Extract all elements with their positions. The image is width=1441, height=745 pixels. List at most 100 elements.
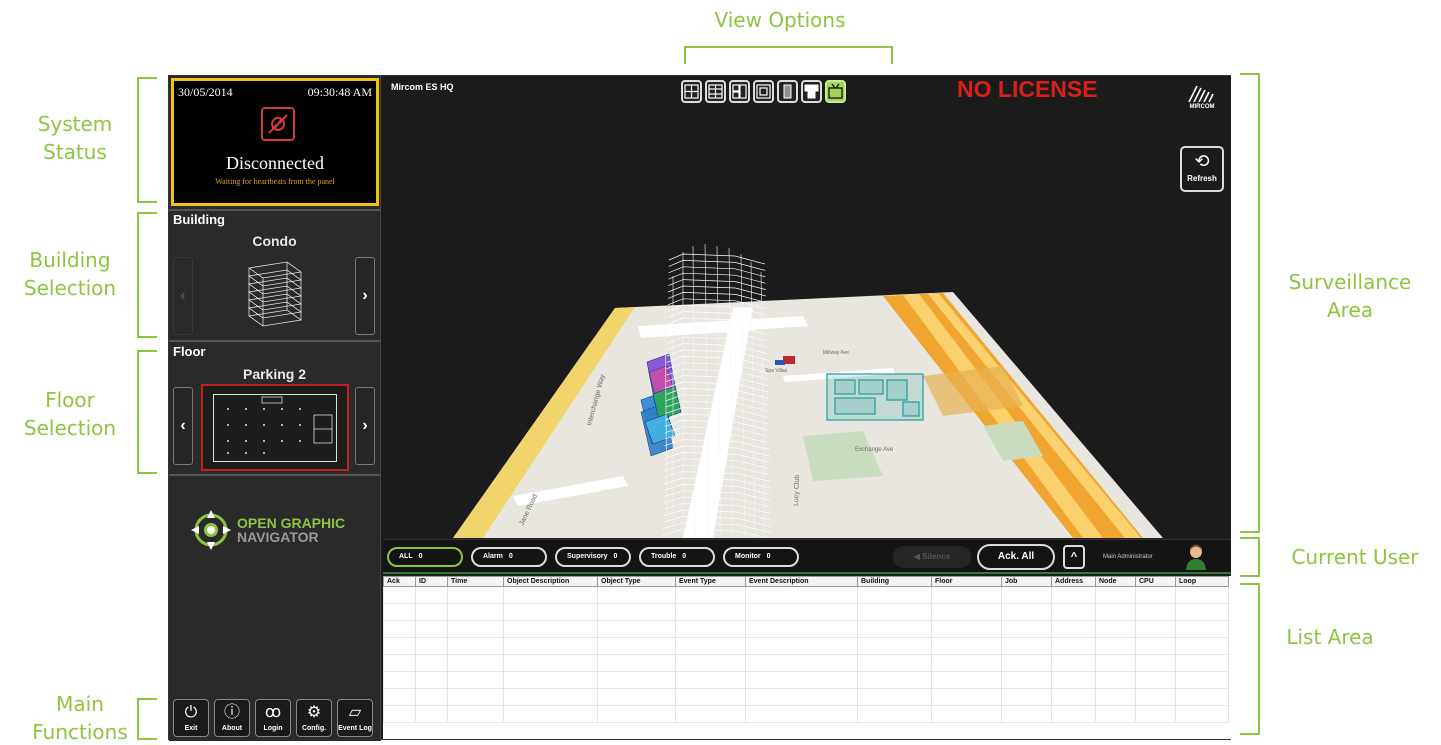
building-next-button[interactable]: ›: [355, 257, 375, 335]
table-cell: [1135, 586, 1176, 604]
table-cell: [503, 654, 598, 672]
bracket-view-options: [684, 46, 893, 64]
table-cell: [383, 637, 416, 655]
exit-button[interactable]: ⏻ Exit: [173, 699, 209, 737]
table-cell: [1001, 688, 1052, 706]
column-header[interactable]: Ack: [383, 576, 416, 587]
table-cell: [1051, 688, 1096, 706]
table-cell: [1051, 637, 1096, 655]
view-option-5[interactable]: [777, 80, 798, 103]
column-header[interactable]: Event Type: [675, 576, 746, 587]
table-cell: [931, 688, 1002, 706]
table-cell: [597, 688, 676, 706]
table-cell: [1095, 688, 1136, 706]
column-header[interactable]: Time: [447, 576, 504, 587]
table-row[interactable]: [383, 654, 1229, 672]
view-option-3[interactable]: [729, 80, 750, 103]
table-row[interactable]: [383, 637, 1229, 655]
column-header[interactable]: Node: [1095, 576, 1136, 587]
table-row[interactable]: [383, 620, 1229, 638]
config-button[interactable]: ⚙ Config.: [296, 699, 332, 737]
table-cell: [745, 654, 858, 672]
table-cell: [1001, 654, 1052, 672]
column-header[interactable]: Address: [1051, 576, 1096, 587]
table-cell: [745, 637, 858, 655]
filter-monitor-button[interactable]: Monitor 0: [723, 547, 799, 567]
ack-all-button[interactable]: Ack. All: [977, 544, 1055, 570]
event-log-button[interactable]: ▱ Event Log: [337, 699, 373, 737]
table-cell: [503, 620, 598, 638]
table-cell: [857, 637, 932, 655]
view-option-7[interactable]: [825, 80, 846, 103]
login-button[interactable]: ꝏ Login: [255, 699, 291, 737]
view-option-2[interactable]: [705, 80, 726, 103]
table-row[interactable]: [383, 671, 1229, 689]
table-cell: [1001, 620, 1052, 638]
table-row[interactable]: [383, 586, 1229, 604]
floor-prev-button[interactable]: ‹: [173, 387, 193, 465]
column-header[interactable]: Loop: [1175, 576, 1229, 587]
table-cell: [1175, 620, 1229, 638]
floor-name: Parking 2: [242, 366, 307, 382]
expand-list-button[interactable]: ^: [1063, 545, 1085, 569]
table-cell: [931, 671, 1002, 689]
view-option-1[interactable]: [681, 80, 702, 103]
table-cell: [1135, 671, 1176, 689]
building-prev-button[interactable]: ‹: [173, 257, 193, 335]
filter-trouble-button[interactable]: Trouble 0: [639, 547, 715, 567]
table-cell: [745, 705, 858, 723]
column-header[interactable]: Job: [1001, 576, 1052, 587]
column-header[interactable]: CPU: [1135, 576, 1176, 587]
table-cell: [1175, 603, 1229, 621]
status-time: 09:30:48 AM: [307, 85, 372, 99]
gear-icon: ⚙: [306, 704, 322, 721]
filter-alarm-button[interactable]: Alarm 0: [471, 547, 547, 567]
event-table: Ack ID Time Object Description Object Type Ev…: [383, 576, 1229, 723]
column-header[interactable]: Object Description: [503, 576, 598, 587]
table-cell: [383, 603, 416, 621]
table-cell: [1095, 603, 1136, 621]
building-thumbnail[interactable]: [229, 256, 319, 336]
bracket-floor-selection: [137, 350, 157, 474]
power-icon: ⏻: [184, 704, 198, 721]
floor-next-button[interactable]: ›: [355, 387, 375, 465]
table-cell: [1175, 586, 1229, 604]
column-header[interactable]: Event Description: [745, 576, 858, 587]
column-header[interactable]: Building: [857, 576, 932, 587]
status-date: 30/05/2014: [178, 85, 233, 99]
annotation-view-options: View Options: [714, 8, 846, 32]
table-cell: [447, 637, 504, 655]
table-row[interactable]: [383, 705, 1229, 723]
table-cell: [1175, 705, 1229, 723]
table-cell: [745, 586, 858, 604]
silence-button[interactable]: ◀ Silence: [893, 546, 971, 568]
surveillance-area[interactable]: Interchange Way Exchange Ave Lucy Club S…: [383, 76, 1231, 538]
floor-thumbnail[interactable]: [201, 384, 349, 471]
table-cell: [415, 688, 448, 706]
floor-plan-preview: [213, 394, 337, 462]
filter-all-button[interactable]: ALL 0: [387, 547, 463, 567]
filter-supervisory-button[interactable]: Supervisory 0: [555, 547, 631, 567]
table-cell: [931, 705, 1002, 723]
column-header[interactable]: Floor: [931, 576, 1002, 587]
map-label-road4: Lucy Club: [793, 475, 801, 506]
annotation-surveillance-area: Surveillance Area: [1288, 270, 1412, 322]
event-list[interactable]: Ack ID Time Object Description Object Type Ev…: [383, 576, 1231, 739]
event-filter-bar: ALL 0 Alarm 0 Supervisory 0 Trouble 0 Monito…: [383, 539, 1231, 574]
table-cell: [1051, 586, 1096, 604]
table-cell: [675, 620, 746, 638]
view-option-4[interactable]: [753, 80, 774, 103]
table-cell: [1135, 637, 1176, 655]
table-cell: [745, 671, 858, 689]
map-3d-view[interactable]: Interchange Way Exchange Ave Lucy Club S…: [383, 76, 1231, 538]
column-header[interactable]: ID: [415, 576, 448, 587]
map-label-road6: Millway Ave: [823, 350, 849, 356]
refresh-button[interactable]: ⟲ Refresh: [1180, 146, 1224, 192]
table-row[interactable]: [383, 603, 1229, 621]
table-row[interactable]: [383, 688, 1229, 706]
view-option-6[interactable]: [801, 80, 822, 103]
column-header[interactable]: Object Type: [597, 576, 676, 587]
divider: [169, 209, 381, 211]
table-cell: [931, 586, 1002, 604]
about-button[interactable]: ⓘ About: [214, 699, 250, 737]
